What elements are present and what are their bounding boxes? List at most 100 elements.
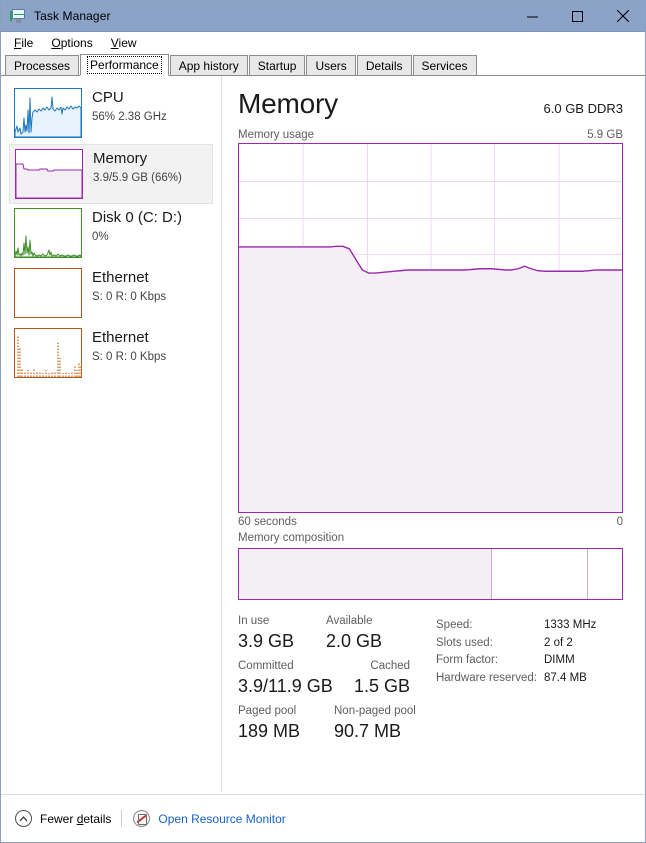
maximize-icon[interactable] [555,1,600,32]
stat-committed-value: 3.9/11.9 GB [238,676,333,696]
stat-nonpaged-pool-value: 90.7 MB [334,721,402,741]
stat-row-3: Paged pool 189 MB Non-paged pool 90.7 MB [238,704,434,743]
menu-view[interactable]: View [106,34,146,52]
menu-file[interactable]: File [9,34,42,52]
disk0-thumbnail-graph [14,208,82,258]
cpu-text: CPU 56% 2.38 GHz [92,87,167,125]
stat-cached: Cached 1.5 GB [342,659,410,698]
task-manager-icon [10,8,26,24]
task-manager-window: Task Manager File Options View Processes… [0,0,646,843]
tab-performance-label: Performance [87,56,162,74]
detail-hardware-reserved: Hardware reserved: 87.4 MB [436,670,623,688]
tab-services[interactable]: Services [412,55,477,76]
graph-caption-row: Memory usage 5.9 GB [238,129,623,141]
composition-segment-modified [491,549,588,599]
graph-max-label: 5.9 GB [587,129,623,141]
sidebar-item-cpu-sub: 56% 2.38 GHz [92,111,167,123]
tab-startup[interactable]: Startup [248,55,306,76]
sidebar-item-disk0-title: Disk 0 (C: D:) [92,209,182,226]
detail-form-factor-key: Form factor: [436,654,498,666]
graph-caption: Memory usage [238,129,315,141]
tab-app-history-label: App history [178,58,239,73]
graph-axis-row: 60 seconds 0 [238,516,623,528]
hardware-summary: 6.0 GB DDR3 [543,101,623,116]
ethernet2-text: Ethernet S: 0 R: 0 Kbps [92,327,166,365]
window-controls [510,1,645,32]
memory-composition-label: Memory composition [238,532,345,544]
memory-usage-graph [238,143,623,513]
sidebar-item-cpu-title: CPU [92,89,124,106]
detail-form-factor: Form factor: DIMM [436,652,623,670]
sidebar-item-memory-title: Memory [93,150,148,167]
sidebar-item-ethernet1[interactable]: Ethernet S: 0 R: 0 Kbps [9,264,213,324]
tab-users[interactable]: Users [306,55,356,76]
memory-stats-left: In use 3.9 GB Available 2.0 GB Committed… [238,614,434,749]
minimize-icon[interactable] [510,1,555,32]
detail-hardware-reserved-value: 87.4 MB [544,671,587,684]
footer-divider [121,810,123,827]
disk0-text: Disk 0 (C: D:) 0% [92,207,182,245]
memory-thumbnail-graph [15,149,83,199]
tab-app-history[interactable]: App history [169,55,248,76]
sidebar-item-ethernet2-sub: S: 0 R: 0 Kbps [92,351,167,363]
sidebar-item-cpu[interactable]: CPU 56% 2.38 GHz [9,84,213,144]
sidebar-item-ethernet2-title: Ethernet [92,329,149,346]
tabstrip: Processes Performance App history Startu… [1,54,645,76]
page-title: Memory [238,88,338,119]
stat-nonpaged-pool: Non-paged pool 90.7 MB [334,704,416,743]
footer-bar: Fewer details Open Resource Monitor [1,794,645,842]
memory-composition-bar[interactable] [238,548,623,600]
ethernet1-thumbnail-graph [14,268,82,318]
detail-slots-used-value: 2 of 2 [544,636,573,649]
window-title: Task Manager [34,9,111,23]
stat-cached-label: Cached [370,660,411,672]
tab-services-label: Services [421,58,468,73]
tab-details[interactable]: Details [356,55,412,76]
stat-nonpaged-pool-label: Non-paged pool [334,705,416,717]
content-body: CPU 56% 2.38 GHz Memory 3.9/5.9 GB (66%) [1,76,645,792]
composition-segment-free [587,549,622,599]
stat-paged-pool-value: 189 MB [238,721,301,741]
stat-in-use-label: In use [238,615,270,627]
tab-startup-label: Startup [257,58,297,73]
close-icon[interactable] [600,1,645,32]
menu-options-label: ptions [60,36,93,50]
memory-stats: In use 3.9 GB Available 2.0 GB Committed… [238,614,623,749]
panel-header: Memory 6.0 GB DDR3 [238,88,623,120]
detail-speed: Speed: 1333 MHz [436,617,623,635]
detail-speed-value: 1333 MHz [544,619,597,631]
memory-details-list: Speed: 1333 MHz Slots used: 2 of 2 Form … [434,614,623,749]
memory-detail-panel: Memory 6.0 GB DDR3 Memory usage 5.9 GB 6… [222,76,645,792]
tab-processes-label: Processes [14,58,71,73]
fewer-details-button[interactable]: Fewer details [40,812,111,826]
detail-form-factor-value: DIMM [544,654,575,666]
detail-hardware-reserved-key: Hardware reserved: [436,671,537,684]
fewer-details-label: etails [83,811,112,826]
sidebar-item-disk0[interactable]: Disk 0 (C: D:) 0% [9,204,213,264]
axis-left-label: 60 seconds [238,516,297,528]
chevron-up-icon[interactable] [15,810,32,827]
resource-monitor-icon[interactable] [133,810,151,827]
stat-paged-pool: Paged pool 189 MB [238,704,334,743]
detail-speed-key: Speed: [436,619,473,631]
tab-processes[interactable]: Processes [5,55,80,76]
menu-file-label: ile [21,36,34,50]
sidebar-item-memory-sub: 3.9/5.9 GB (66%) [93,172,182,184]
ethernet1-text: Ethernet S: 0 R: 0 Kbps [92,267,166,305]
stat-committed-label: Committed [238,660,294,672]
sidebar-item-ethernet2[interactable]: Ethernet S: 0 R: 0 Kbps [9,324,213,384]
menu-options[interactable]: Options [46,34,101,52]
stat-available-label: Available [326,615,373,627]
menubar: File Options View [1,32,645,54]
detail-slots-used: Slots used: 2 of 2 [436,635,623,653]
open-resource-monitor-link[interactable]: Open Resource Monitor [158,812,285,826]
tab-users-label: Users [315,58,347,73]
stat-row-1: In use 3.9 GB Available 2.0 GB [238,614,434,653]
menu-view-label: iew [118,36,137,50]
cpu-thumbnail-graph [14,88,82,138]
performance-sidebar: CPU 56% 2.38 GHz Memory 3.9/5.9 GB (66%) [1,76,222,792]
tab-performance[interactable]: Performance [80,54,169,76]
stat-in-use: In use 3.9 GB [238,614,326,653]
sidebar-item-memory[interactable]: Memory 3.9/5.9 GB (66%) [9,144,213,204]
detail-slots-used-key: Slots used: [436,636,493,649]
